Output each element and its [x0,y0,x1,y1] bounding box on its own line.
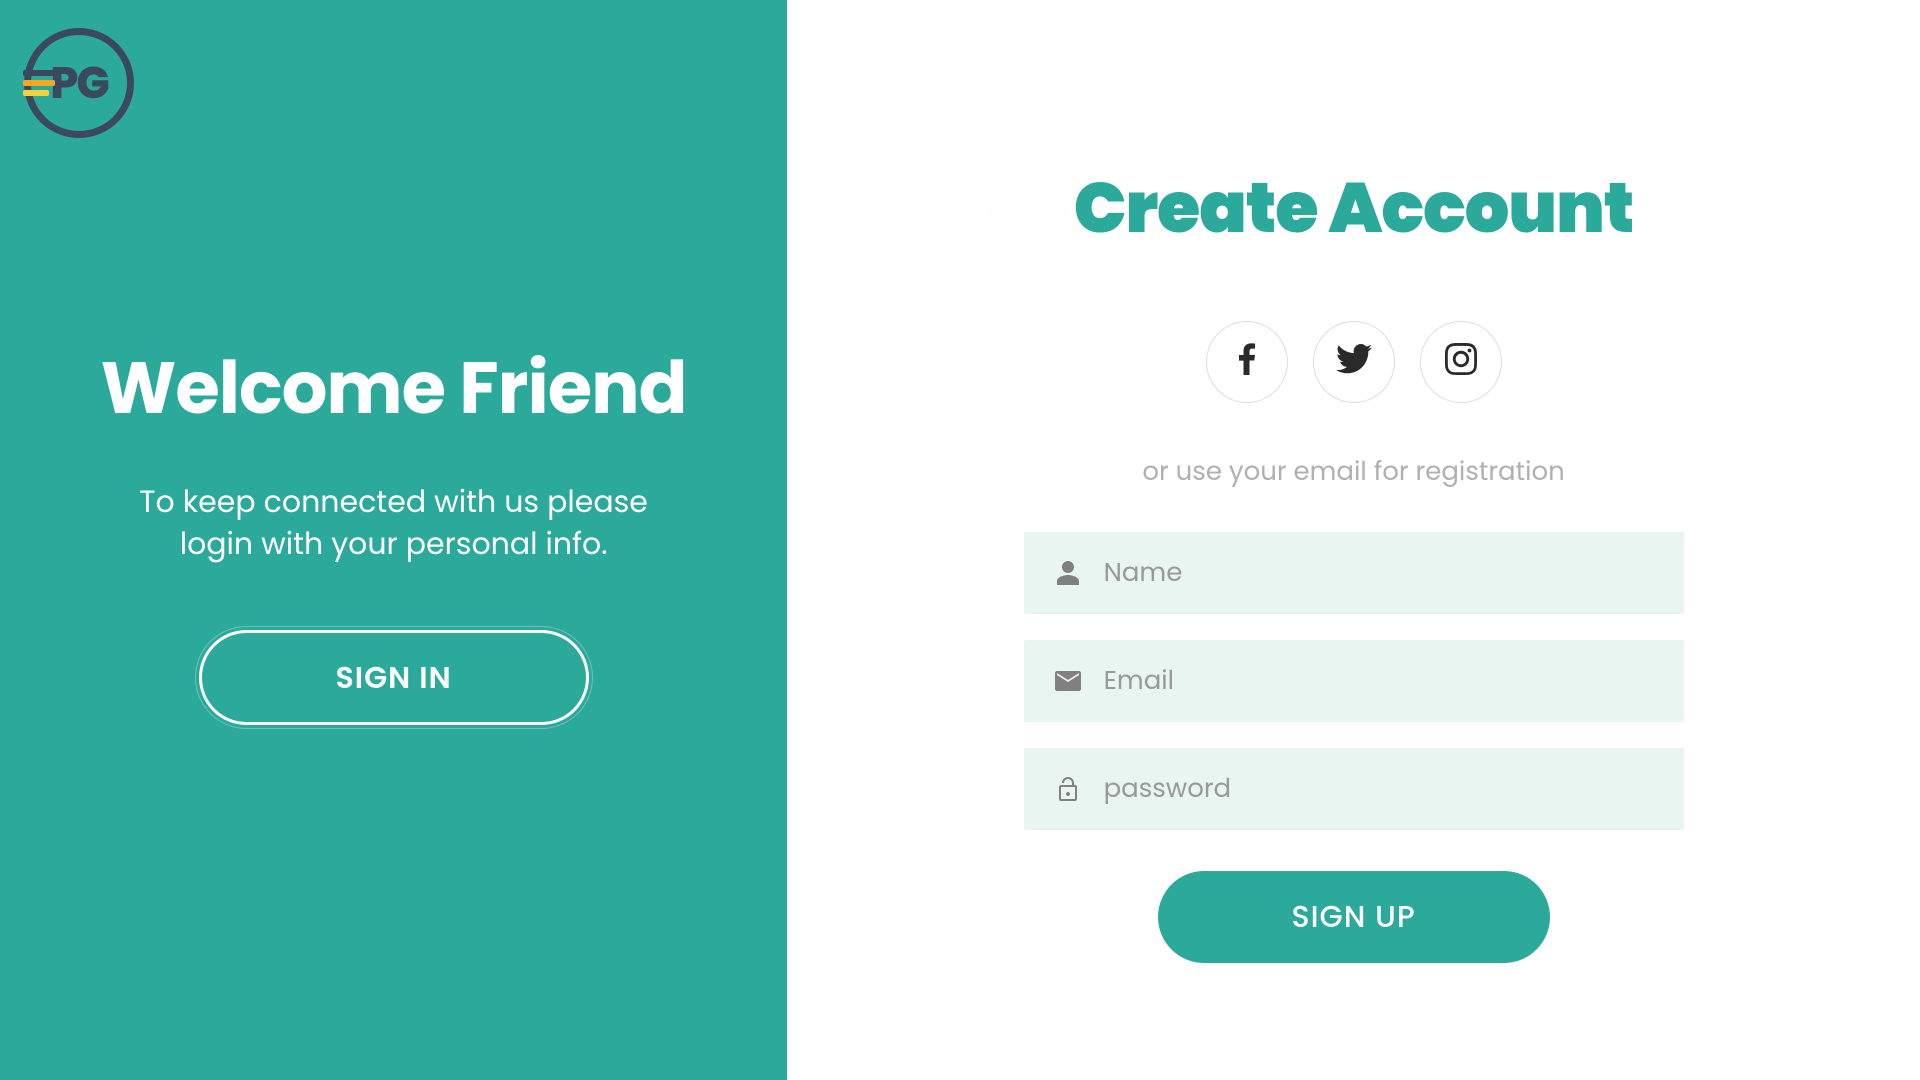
sign-up-button[interactable]: SIGN UP [1158,871,1550,963]
envelope-icon [1054,671,1082,691]
logo: PG [24,28,134,138]
twitter-icon [1336,344,1372,380]
divider-text: or use your email for registration [1142,453,1564,492]
password-input-group [1024,748,1684,830]
password-input[interactable] [1104,770,1654,809]
welcome-heading: Welcome Friend [101,335,687,443]
sign-in-button[interactable]: SIGN IN [199,630,589,725]
facebook-login-button[interactable] [1206,321,1288,403]
user-icon [1054,561,1082,585]
name-input-group [1024,532,1684,614]
create-account-heading: Create Account [1074,155,1634,261]
logo-stripes [23,70,61,100]
decorative-box [987,110,1069,215]
social-login-row [1206,321,1502,403]
email-input[interactable] [1104,662,1654,701]
email-input-group [1024,640,1684,722]
logo-circle: PG [24,28,134,138]
facebook-icon [1239,343,1255,381]
welcome-subtext: To keep connected with us please login w… [124,481,664,565]
lock-icon [1054,776,1082,802]
instagram-icon [1445,343,1477,381]
signup-panel: Create Account or use your email for reg… [787,0,1920,1080]
name-input[interactable] [1104,554,1654,593]
twitter-login-button[interactable] [1313,321,1395,403]
instagram-login-button[interactable] [1420,321,1502,403]
welcome-panel: PG Welcome Friend To keep connected with… [0,0,787,1080]
